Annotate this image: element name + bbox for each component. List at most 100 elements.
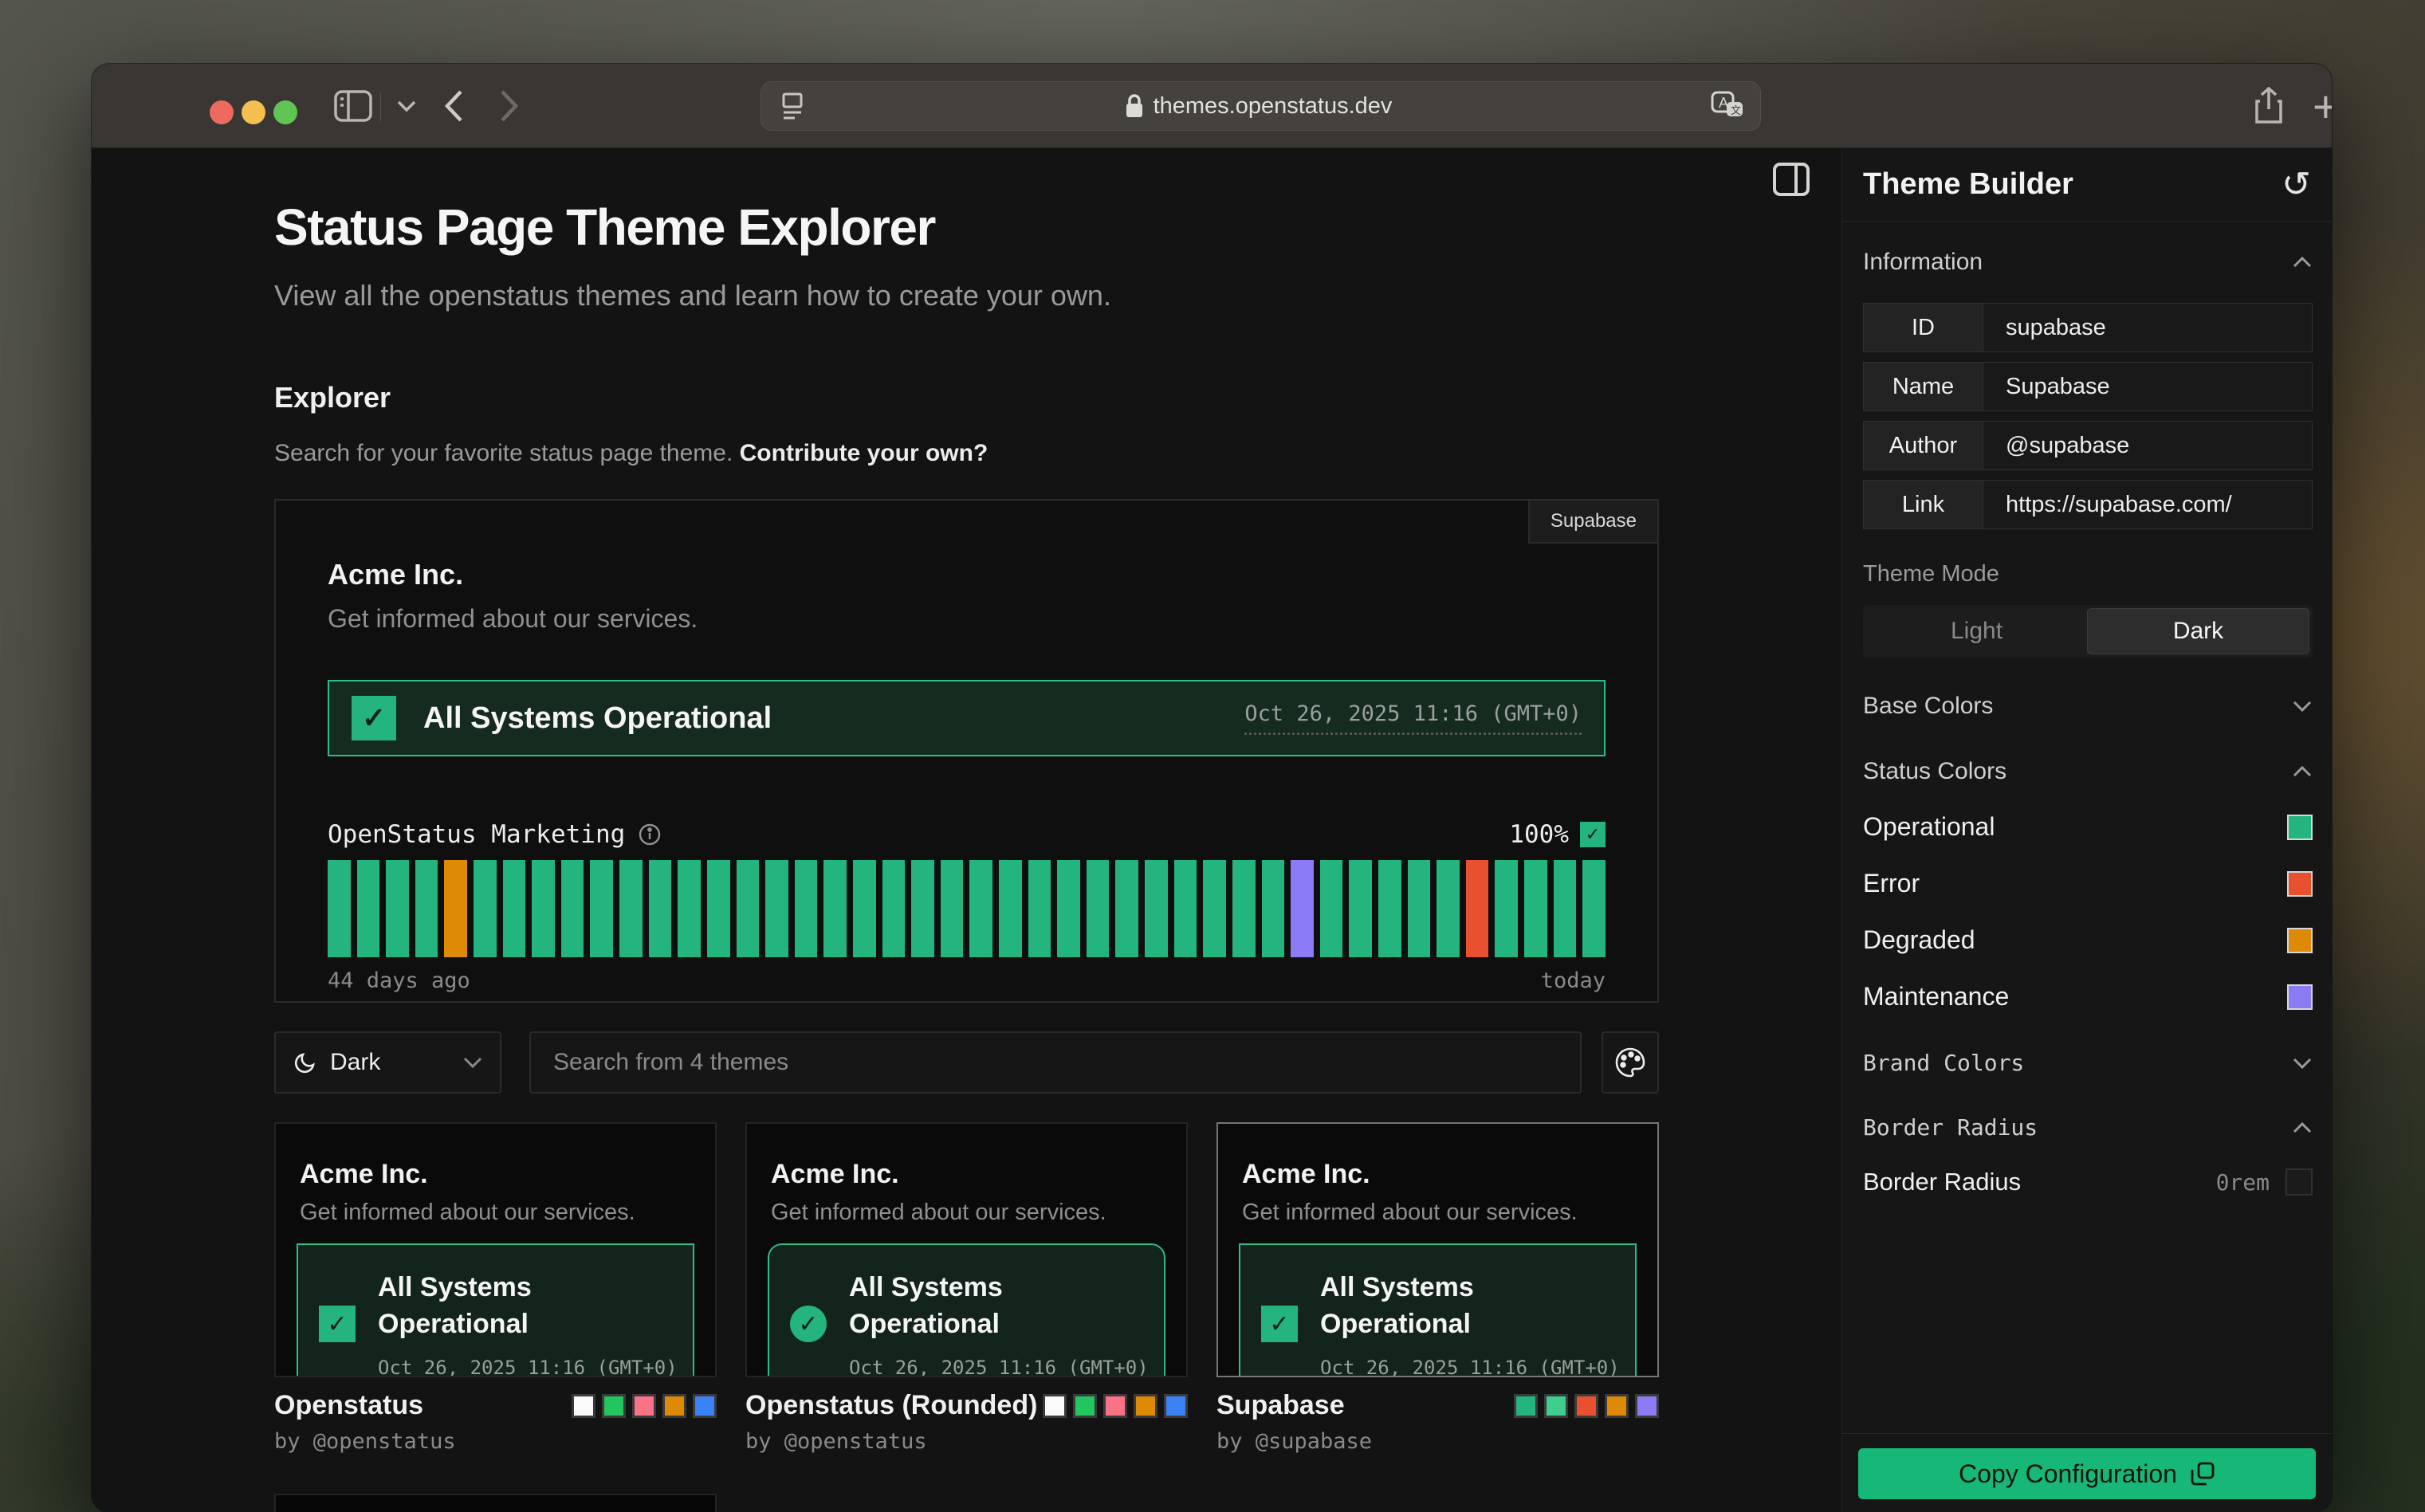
tracker-bar-operational[interactable] [678, 860, 701, 957]
tracker-bar-degraded[interactable] [444, 860, 467, 957]
tracker-bar-operational[interactable] [386, 860, 409, 957]
color-picker-error[interactable] [2287, 871, 2313, 897]
color-picker-operational[interactable] [2287, 815, 2313, 840]
theme-card-openstatus-rounded[interactable]: Acme Inc. Get informed about our service… [745, 1122, 1188, 1454]
theme-card-partial[interactable]: Acme Inc. Get informed about our service… [274, 1494, 717, 1512]
palette-button[interactable] [1602, 1031, 1659, 1094]
panel-toggle-icon[interactable] [1773, 163, 1810, 196]
tracker-uptime: 100% [1509, 820, 1569, 849]
mode-dropdown[interactable]: Dark [274, 1031, 501, 1094]
tracker-bar-operational[interactable] [999, 860, 1022, 957]
status-banner-timestamp[interactable]: Oct 26, 2025 11:16 (GMT+0) [1244, 701, 1582, 735]
page-settings-icon[interactable] [779, 91, 806, 121]
field-value[interactable]: @supabase [1983, 422, 2312, 469]
color-swatch [632, 1394, 656, 1418]
border-radius-input[interactable] [2285, 1168, 2313, 1196]
field-label: Name [1864, 363, 1983, 410]
back-button[interactable] [442, 64, 465, 148]
tracker-bar-maintenance[interactable] [1291, 860, 1314, 957]
contribute-link[interactable]: Contribute your own? [740, 440, 988, 466]
reset-icon[interactable]: ↺ [2282, 167, 2311, 202]
tracker-bar-operational[interactable] [1408, 860, 1431, 957]
explorer-heading: Explorer [274, 381, 1659, 414]
tracker-bar-operational[interactable] [853, 860, 876, 957]
tracker-bar-operational[interactable] [532, 860, 555, 957]
tracker-bar-operational[interactable] [1262, 860, 1285, 957]
tracker-bar-operational[interactable] [1174, 860, 1197, 957]
tracker-bar-operational[interactable] [1349, 860, 1372, 957]
forward-button[interactable] [498, 64, 521, 148]
minimize-window-button[interactable] [242, 100, 265, 124]
sidebar-toggle-icon[interactable] [334, 64, 372, 148]
tracker-bar-operational[interactable] [1145, 860, 1168, 957]
tracker-bar-operational[interactable] [823, 860, 847, 957]
svg-text:文: 文 [1731, 104, 1741, 116]
tracker-bar-operational[interactable] [882, 860, 906, 957]
zoom-window-button[interactable] [273, 100, 297, 124]
preview-site-name: Acme Inc. [328, 501, 1606, 591]
tracker-bar-operational[interactable] [795, 860, 818, 957]
tracker-bar-operational[interactable] [561, 860, 584, 957]
section-brand-colors[interactable]: Brand Colors [1863, 1050, 2313, 1076]
tracker-bar-operational[interactable] [737, 860, 760, 957]
field-value[interactable]: supabase [1983, 304, 2312, 351]
tracker-bar-error[interactable] [1466, 860, 1489, 957]
tracker-bar-operational[interactable] [1554, 860, 1577, 957]
field-value[interactable]: https://supabase.com/ [1983, 481, 2312, 528]
copy-configuration-button[interactable]: Copy Configuration [1858, 1448, 2316, 1499]
tracker-bar-operational[interactable] [328, 860, 351, 957]
field-value[interactable]: Supabase [1983, 363, 2312, 410]
tracker-bar-operational[interactable] [1320, 860, 1343, 957]
field-link[interactable]: Link https://supabase.com/ [1863, 480, 2313, 529]
search-input[interactable] [529, 1031, 1582, 1094]
tracker-bar-operational[interactable] [1582, 860, 1606, 957]
tracker-bar-operational[interactable] [1524, 860, 1547, 957]
tracker-bar-operational[interactable] [357, 860, 380, 957]
tracker-bar-operational[interactable] [969, 860, 992, 957]
tracker-bar-operational[interactable] [1495, 860, 1518, 957]
theme-card-openstatus[interactable]: Acme Inc. Get informed about our service… [274, 1122, 717, 1454]
color-picker-degraded[interactable] [2287, 928, 2313, 953]
tracker-bar-operational[interactable] [1028, 860, 1051, 957]
tracker-bar-operational[interactable] [941, 860, 964, 957]
tracker-bar-operational[interactable] [1232, 860, 1256, 957]
theme-card-supabase[interactable]: Acme Inc. Get informed about our service… [1216, 1122, 1659, 1454]
tracker-bar-operational[interactable] [1437, 860, 1460, 957]
tracker-bar-operational[interactable] [1057, 860, 1080, 957]
tracker-bar-operational[interactable] [1378, 860, 1401, 957]
address-bar[interactable]: themes.openstatus.dev A 文 [761, 81, 1761, 131]
tracker-bar-operational[interactable] [590, 860, 613, 957]
tracker-bar-operational[interactable] [911, 860, 934, 957]
new-tab-button[interactable]: + [2313, 64, 2332, 148]
field-name[interactable]: Name Supabase [1863, 362, 2313, 411]
tracker-bar-operational[interactable] [765, 860, 788, 957]
tracker-bar-operational[interactable] [503, 860, 526, 957]
tracker-bar-operational[interactable] [474, 860, 497, 957]
card-status-text: All Systems Operational [378, 1269, 641, 1342]
share-icon[interactable] [2254, 64, 2284, 148]
section-information[interactable]: Information [1863, 249, 2313, 276]
card-site-tagline: Get informed about our services. [1218, 1190, 1657, 1226]
tracker-bar-operational[interactable] [707, 860, 730, 957]
info-icon[interactable] [638, 823, 662, 846]
tracker-bar-operational[interactable] [415, 860, 438, 957]
color-picker-maintenance[interactable] [2287, 984, 2313, 1010]
tracker-bar-operational[interactable] [1087, 860, 1110, 957]
preview-site-tagline: Get informed about our services. [328, 604, 1606, 634]
theme-mode-light[interactable]: Light [1866, 608, 2087, 654]
theme-mode-dark[interactable]: Dark [2087, 608, 2309, 654]
tracker-bar-operational[interactable] [619, 860, 643, 957]
tracker-bar-operational[interactable] [1203, 860, 1226, 957]
close-window-button[interactable] [210, 100, 234, 124]
field-id[interactable]: ID supabase [1863, 303, 2313, 352]
explorer-description: Search for your favorite status page the… [274, 440, 1659, 467]
tracker-bar-operational[interactable] [649, 860, 672, 957]
tracker-bar-operational[interactable] [1115, 860, 1138, 957]
sidebar-chevron-icon[interactable] [396, 64, 417, 148]
translate-icon[interactable]: A 文 [1711, 91, 1744, 121]
chevron-down-icon [2292, 700, 2313, 713]
section-base-colors[interactable]: Base Colors [1863, 693, 2313, 720]
section-status-colors[interactable]: Status Colors [1863, 758, 2313, 785]
section-border-radius[interactable]: Border Radius [1863, 1114, 2313, 1141]
field-author[interactable]: Author @supabase [1863, 421, 2313, 470]
